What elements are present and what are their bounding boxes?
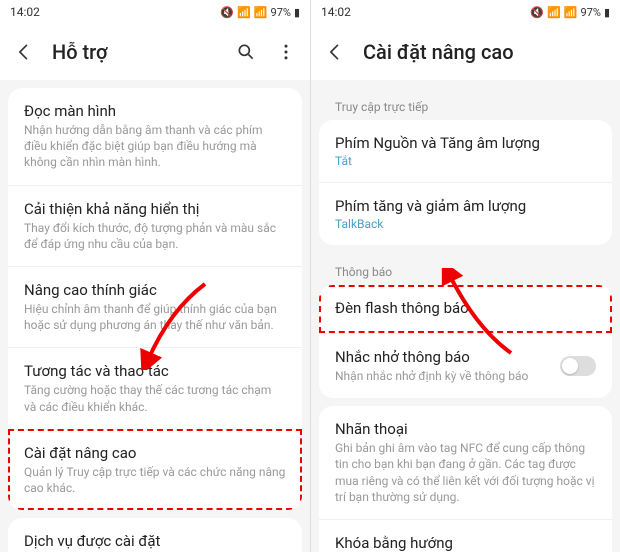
header: Hỗ trợ (0, 24, 310, 80)
content: Truy cập trực tiếp Phím Nguồn và Tăng âm… (311, 80, 620, 552)
header: Cài đặt nâng cao (311, 24, 620, 80)
item-installed-services[interactable]: Dịch vụ được cài đặt TalkBack và 7 dịch … (8, 518, 302, 552)
item-flash-notification[interactable]: Đèn flash thông báo (319, 285, 612, 333)
item-notification-reminder[interactable]: Nhắc nhở thông báo Nhận nhắc nhở định kỳ… (319, 333, 612, 398)
item-voice-label[interactable]: Nhãn thoại Ghi bản ghi âm vào tag NFC để… (319, 406, 612, 519)
item-screen-reader[interactable]: Đọc màn hình Nhận hướng dẫn bằng âm than… (8, 88, 302, 185)
status-icons: 🔇 📶 📶 97% ▮ (530, 6, 610, 19)
content: Đọc màn hình Nhận hướng dẫn bằng âm than… (0, 80, 310, 552)
toggle-notification-reminder[interactable] (560, 356, 596, 376)
back-icon[interactable] (323, 40, 347, 64)
item-interaction[interactable]: Tương tác và thao tác Tăng cường hoặc th… (8, 347, 302, 428)
wifi-icon: 📶 (547, 6, 561, 19)
item-visibility[interactable]: Cải thiện khả năng hiển thị Thay đổi kíc… (8, 185, 302, 266)
statusbar: 14:02 🔇 📶 📶 97% ▮ (311, 0, 620, 24)
direct-access-card: Phím Nguồn và Tăng âm lượng Tắt Phím tăn… (319, 120, 612, 245)
item-direction-lock[interactable]: Khóa bằng hướng Mở khóa màn hình bằng cá… (319, 519, 612, 552)
status-icons: 🔇 📶 📶 97% ▮ (220, 6, 300, 19)
item-volume-keys[interactable]: Phím tăng và giảm âm lượng TalkBack (319, 182, 612, 245)
item-advanced-settings[interactable]: Cài đặt nâng cao Quản lý Truy cập trực t… (8, 429, 302, 510)
battery-text: 97% (581, 6, 601, 19)
notification-card: Đèn flash thông báo Nhắc nhở thông báo N… (319, 285, 612, 398)
battery-icon: ▮ (294, 6, 300, 19)
battery-icon: ▮ (604, 6, 610, 19)
item-power-volume-up[interactable]: Phím Nguồn và Tăng âm lượng Tắt (319, 120, 612, 182)
section-direct-access: Truy cập trực tiếp (319, 88, 612, 120)
mute-icon: 🔇 (220, 6, 234, 19)
page-title: Cài đặt nâng cao (363, 40, 608, 64)
settings-card: Đọc màn hình Nhận hướng dẫn bằng âm than… (8, 88, 302, 510)
signal-icon: 📶 (254, 6, 268, 19)
installed-card: Dịch vụ được cài đặt TalkBack và 7 dịch … (8, 518, 302, 552)
section-notification: Thông báo (319, 253, 612, 285)
left-phone: 14:02 🔇 📶 📶 97% ▮ Hỗ trợ Đọc màn hình Nh (0, 0, 310, 552)
statusbar: 14:02 🔇 📶 📶 97% ▮ (0, 0, 310, 24)
wifi-icon: 📶 (237, 6, 251, 19)
battery-text: 97% (271, 6, 291, 19)
search-icon[interactable] (234, 40, 258, 64)
status-time: 14:02 (10, 5, 40, 19)
item-hearing[interactable]: Nâng cao thính giác Hiệu chỉnh âm thanh … (8, 266, 302, 347)
page-title: Hỗ trợ (52, 40, 234, 64)
right-phone: 14:02 🔇 📶 📶 97% ▮ Cài đặt nâng cao Truy … (310, 0, 620, 552)
signal-icon: 📶 (564, 6, 578, 19)
mute-icon: 🔇 (530, 6, 544, 19)
status-time: 14:02 (321, 5, 351, 19)
more-icon[interactable] (274, 40, 298, 64)
back-icon[interactable] (12, 40, 36, 64)
misc-card: Nhãn thoại Ghi bản ghi âm vào tag NFC để… (319, 406, 612, 552)
